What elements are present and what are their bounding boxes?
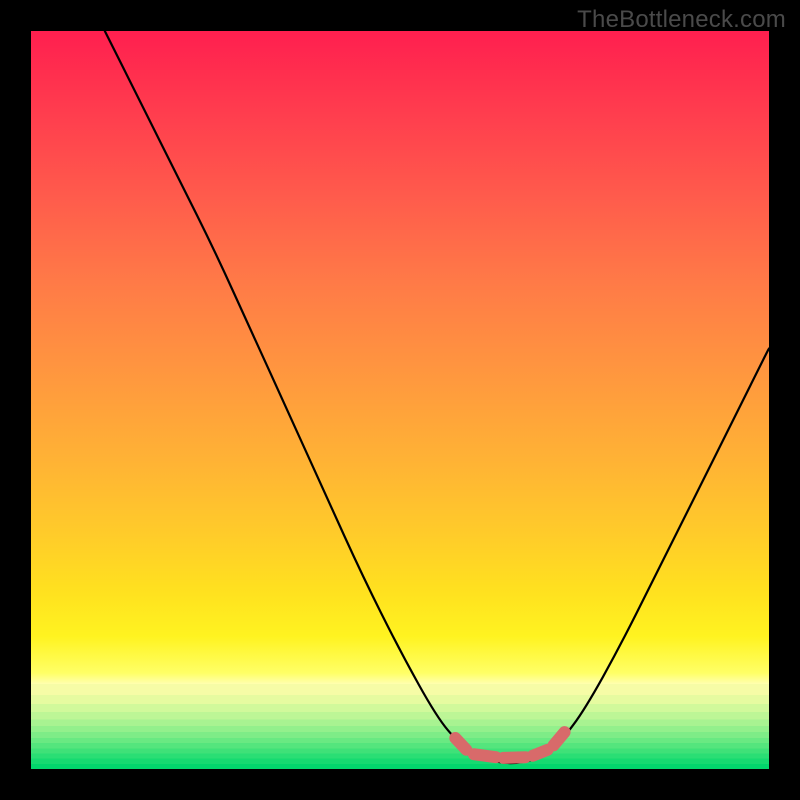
- flat-marker-segment: [533, 750, 548, 756]
- flat-bottom-markers: [455, 732, 564, 758]
- bottleneck-curve: [105, 31, 769, 763]
- flat-marker-segment: [554, 732, 565, 745]
- chart-frame: TheBottleneck.com: [0, 0, 800, 800]
- watermark-text: TheBottleneck.com: [577, 6, 786, 34]
- plot-svg: [31, 31, 769, 769]
- flat-marker-segment: [503, 757, 525, 758]
- flat-marker-segment: [455, 738, 466, 750]
- flat-marker-segment: [474, 754, 496, 757]
- plot-area: [31, 31, 769, 769]
